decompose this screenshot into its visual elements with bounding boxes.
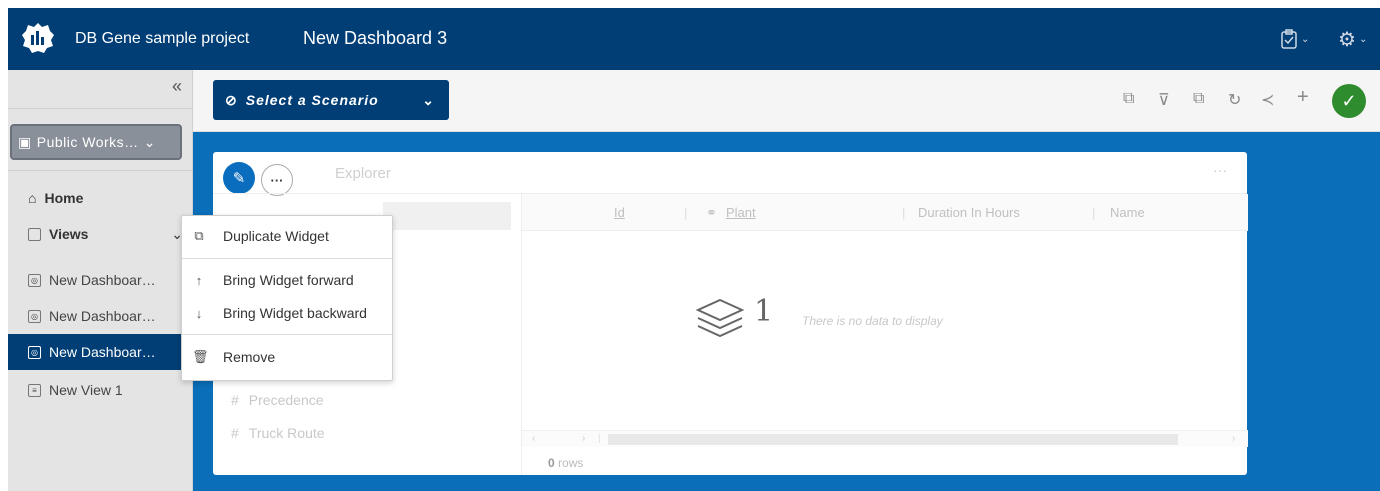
divider [8, 108, 193, 109]
gear-icon[interactable]: ⚙ ⌄ [1338, 26, 1367, 52]
workspace-dropdown[interactable]: ▣ Public Works… ⌄ [10, 124, 182, 160]
row-count-value: 0 [548, 456, 555, 470]
chevron-down-icon: ⌄ [422, 92, 435, 108]
empty-message: There is no data to display [802, 314, 943, 328]
clipboard-check-icon[interactable]: ⌄ [1280, 26, 1309, 52]
column-separator: | [902, 205, 906, 220]
app-window: DB Gene sample project New Dashboard 3 ⌄… [8, 8, 1380, 491]
sidebar-item-dashboard[interactable]: ◎ New Dashboar… [8, 262, 193, 298]
menu-item-label: Duplicate Widget [223, 228, 329, 244]
menu-divider [182, 334, 392, 335]
top-bar: DB Gene sample project New Dashboard 3 ⌄… [8, 8, 1380, 70]
menu-item-bring-forward[interactable]: ↑ Bring Widget forward [182, 265, 392, 295]
collapse-sidebar-icon[interactable]: « [172, 76, 182, 97]
refresh-icon[interactable]: ↻ [1228, 90, 1241, 110]
arrow-down-icon: ↓ [195, 305, 203, 321]
sidebar-item-label: New Dashboar… [49, 344, 156, 360]
sidebar-item-label: Home [44, 190, 84, 206]
view-icon: ≡ [28, 383, 41, 397]
column-header-duration[interactable]: Duration In Hours [918, 205, 1020, 220]
divider [8, 170, 193, 171]
menu-item-duplicate[interactable]: ⧉ Duplicate Widget [182, 221, 392, 251]
sidebar: « ▣ Public Works… ⌄ ⌂ Home Views ⌄ ◎ New… [8, 70, 193, 491]
list-item-label: Truck Route [248, 425, 325, 441]
chevron-down-icon: ⌄ [1358, 33, 1368, 45]
table-icon: # [231, 425, 239, 441]
scenario-select[interactable]: ⊘ Select a Scenario ⌄ [213, 80, 449, 120]
column-header-plant[interactable]: Plant [726, 205, 756, 220]
list-item-highlight [383, 202, 511, 230]
row-count: 0 rows [548, 456, 583, 470]
home-icon: ⌂ [28, 190, 37, 206]
sidebar-item-dashboard[interactable]: ◎ New Dashboar… [8, 298, 193, 334]
empty-count: 1 [754, 294, 774, 329]
scrollbar-thumb[interactable] [608, 434, 1178, 445]
scroll-right-icon[interactable]: › [1232, 433, 1235, 444]
no-entry-icon: ⊘ [225, 91, 238, 108]
project-name[interactable]: DB Gene sample project [75, 30, 249, 48]
widget-menu-icon[interactable]: ··· [1213, 162, 1227, 178]
horizontal-scrollbar[interactable]: ‹ › | ‹ › [522, 430, 1248, 447]
dashboard-title: New Dashboard 3 [303, 28, 448, 48]
views-icon [28, 227, 41, 241]
dashboard-icon: ◎ [28, 345, 41, 359]
duplicate-icon: ⧉ [194, 228, 204, 243]
sidebar-item-label: New Dashboar… [49, 272, 156, 288]
workspace-label: Public Works… [36, 134, 139, 150]
arrow-up-icon: ↑ [195, 272, 203, 288]
menu-item-bring-backward[interactable]: ↓ Bring Widget backward [182, 298, 392, 328]
scroll-right-icon[interactable]: › [582, 433, 585, 444]
list-item[interactable]: # Truck Route [231, 425, 325, 441]
row-count-suffix: rows [558, 456, 584, 470]
confirm-icon[interactable]: ✓ [1332, 84, 1366, 118]
column-separator: | [1092, 205, 1096, 220]
sidebar-item-label: Views [49, 226, 89, 242]
table-icon: # [231, 392, 239, 408]
edit-pencil-icon[interactable]: ✎ [223, 162, 255, 194]
sidebar-item-label: New Dashboar… [49, 308, 156, 324]
chevron-down-icon: ⌄ [143, 133, 156, 150]
sidebar-item-views[interactable]: Views ⌄ [8, 216, 193, 252]
copy-icon[interactable]: ⧉ [1123, 90, 1134, 108]
sidebar-item-label: New View 1 [49, 382, 123, 398]
divider: | [598, 433, 601, 444]
layers-icon [695, 298, 745, 338]
data-grid: Id | ⚭ Plant | Duration In Hours | Name … [521, 194, 1248, 475]
list-item-label: Precedence [248, 392, 324, 408]
menu-item-label: Bring Widget forward [223, 272, 354, 288]
column-separator: | [684, 205, 688, 220]
logo-icon[interactable] [20, 21, 56, 55]
grid-header: Id | ⚭ Plant | Duration In Hours | Name [522, 194, 1248, 231]
menu-item-label: Bring Widget backward [223, 305, 367, 321]
sidebar-item-home[interactable]: ⌂ Home [8, 180, 193, 216]
widget-context-menu: ⧉ Duplicate Widget ↑ Bring Widget forwar… [181, 215, 393, 381]
menu-divider [182, 258, 392, 259]
link-icon: ⚭ [706, 205, 717, 220]
scenario-label: Select a Scenario [245, 92, 379, 108]
chevron-down-icon: ⌄ [1301, 33, 1310, 45]
list-item[interactable]: # Precedence [231, 392, 324, 408]
column-header-name[interactable]: Name [1110, 205, 1145, 220]
share-icon[interactable]: ≺ [1261, 90, 1274, 110]
sidebar-item-dashboard-active[interactable]: ◎ New Dashboar… [8, 334, 193, 370]
widget-title: Explorer [335, 165, 391, 182]
workspace-icon: ▣ [18, 133, 32, 150]
menu-item-label: Remove [223, 349, 276, 365]
trash-icon: 🗑 [192, 349, 209, 364]
sidebar-item-view[interactable]: ≡ New View 1 [8, 372, 193, 408]
dashboard-toolbar: ⊘ Select a Scenario ⌄ ⧉ ⊽ ⧉ ↻ ≺ + ✓ [193, 70, 1380, 132]
dashboard-icon: ◎ [28, 309, 41, 323]
more-options-button[interactable]: ··· [261, 164, 293, 196]
open-external-icon[interactable]: ⧉ [1193, 90, 1204, 108]
menu-item-remove[interactable]: 🗑 Remove [182, 342, 392, 372]
scroll-left-icon[interactable]: ‹ [532, 433, 535, 444]
add-icon[interactable]: + [1297, 86, 1309, 109]
dashboard-icon: ◎ [28, 273, 41, 287]
column-header-id[interactable]: Id [614, 205, 625, 220]
filter-icon[interactable]: ⊽ [1158, 90, 1170, 110]
